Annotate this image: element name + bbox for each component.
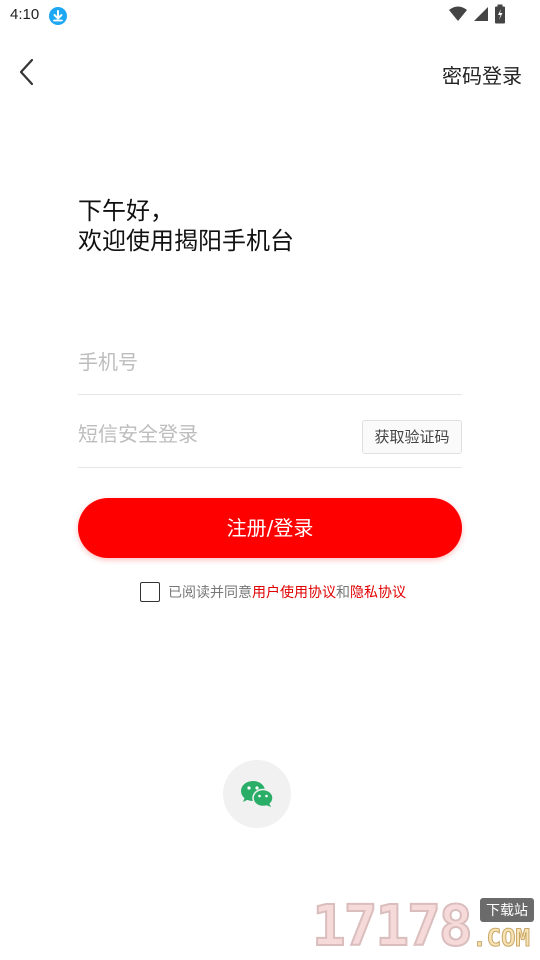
site-watermark: 17178 下载站 .COM — [311, 894, 536, 959]
sms-code-input[interactable] — [78, 422, 348, 446]
status-time: 4:10 — [10, 6, 40, 23]
wifi-icon — [448, 5, 468, 27]
chevron-left-icon — [19, 58, 34, 86]
user-agreement-link[interactable]: 用户使用协议 — [252, 585, 336, 601]
register-login-button[interactable]: 注册/登录 — [78, 498, 462, 558]
wechat-icon — [241, 781, 274, 808]
cell-signal-icon — [472, 5, 490, 27]
greeting-line1: 下午好， — [78, 197, 174, 225]
watermark-digits: 17178 — [311, 894, 474, 959]
agreement-and: 和 — [336, 585, 350, 601]
agreement-row: 已阅读并同意用户使用协议和隐私协议 — [140, 580, 406, 604]
agreement-prefix: 已阅读并同意 — [168, 585, 252, 601]
phone-field — [78, 340, 462, 395]
battery-charging-icon — [494, 4, 506, 28]
status-icons — [448, 4, 506, 28]
greeting-line2: 欢迎使用揭阳手机台 — [78, 227, 294, 255]
agreement-text: 已阅读并同意用户使用协议和隐私协议 — [168, 582, 406, 602]
download-arrow-icon — [48, 6, 68, 26]
watermark-badge: 下载站 — [480, 898, 534, 922]
status-bar: 4:10 — [0, 0, 540, 32]
password-login-link[interactable]: 密码登录 — [442, 60, 522, 89]
sms-code-field: 获取验证码 — [78, 412, 462, 468]
privacy-agreement-link[interactable]: 隐私协议 — [350, 585, 406, 601]
greeting: 下午好， 欢迎使用揭阳手机台 — [78, 196, 294, 256]
back-button[interactable] — [12, 56, 44, 88]
wechat-login-button[interactable] — [223, 760, 291, 828]
agreement-checkbox[interactable] — [140, 582, 160, 602]
phone-input[interactable] — [78, 350, 348, 374]
get-code-button[interactable]: 获取验证码 — [362, 420, 462, 454]
watermark-suffix: .COM — [472, 924, 531, 953]
